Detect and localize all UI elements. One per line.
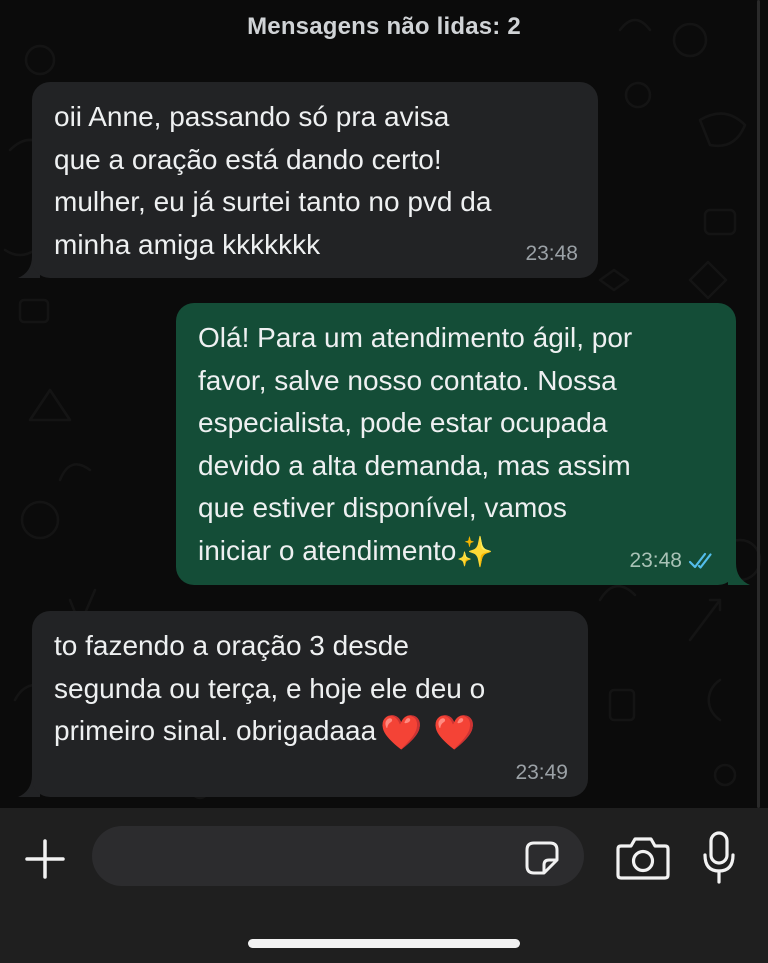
message-line: minha amiga kkkkkkk <box>54 228 321 260</box>
message-time: 23:49 <box>515 761 568 784</box>
message-line: Olá! Para um atendimento ágil, por <box>198 322 633 353</box>
message-text: oii Anne, passando só pra avisa que a or… <box>54 96 578 266</box>
message-line: que a oração está dando certo! <box>54 143 442 175</box>
microphone-icon[interactable] <box>702 830 736 886</box>
composer-bar <box>0 808 768 963</box>
message-line: especialista, pode estar ocupada <box>198 407 608 438</box>
plus-icon[interactable] <box>24 838 66 880</box>
message-meta: 23:49 <box>515 761 568 785</box>
message-bubble-incoming[interactable]: oii Anne, passando só pra avisa que a or… <box>32 82 598 278</box>
message-meta: 23:48 <box>629 549 716 573</box>
message-input[interactable] <box>92 826 584 886</box>
message-line: oii Anne, passando só pra avisa <box>54 101 450 132</box>
message-line: favor, salve nosso contato. Nossa <box>198 364 617 396</box>
message-time: 23:48 <box>629 549 682 572</box>
message-time: 23:48 <box>525 242 578 265</box>
message-line: to fazendo a oração 3 desde <box>54 630 409 661</box>
unread-messages-banner: Mensagens não lidas: 2 <box>247 13 521 40</box>
message-line: segunda ou terça, e hoje ele deu o <box>54 672 486 704</box>
home-indicator[interactable] <box>248 939 520 948</box>
message-line: mulher, eu já surtei tanto no pvd da <box>54 186 492 217</box>
message-line: devido a alta demanda, mas assim <box>198 449 631 481</box>
message-line: iniciar o atendimento <box>198 534 457 566</box>
message-text: to fazendo a oração 3 desde segunda ou t… <box>54 625 568 753</box>
message-line: que estiver disponível, vamos <box>198 492 567 523</box>
camera-icon[interactable] <box>615 834 671 882</box>
scroll-track[interactable] <box>757 0 760 808</box>
red-hearts-emoji: ❤️ ❤️ <box>380 713 476 753</box>
sparkles-emoji: ✨ <box>456 534 494 570</box>
sticker-icon[interactable] <box>524 840 560 876</box>
message-bubble-outgoing[interactable]: Olá! Para um atendimento ágil, por favor… <box>176 303 736 585</box>
chat-area[interactable]: Mensagens não lidas: 2 oii Anne, passand… <box>0 0 768 808</box>
double-check-read-icon <box>688 552 712 569</box>
message-text: Olá! Para um atendimento ágil, por favor… <box>198 317 716 574</box>
message-bubble-incoming[interactable]: to fazendo a oração 3 desde segunda ou t… <box>32 611 588 797</box>
message-meta: 23:48 <box>525 242 578 266</box>
message-line: primeiro sinal. obrigadaaa <box>54 715 377 746</box>
